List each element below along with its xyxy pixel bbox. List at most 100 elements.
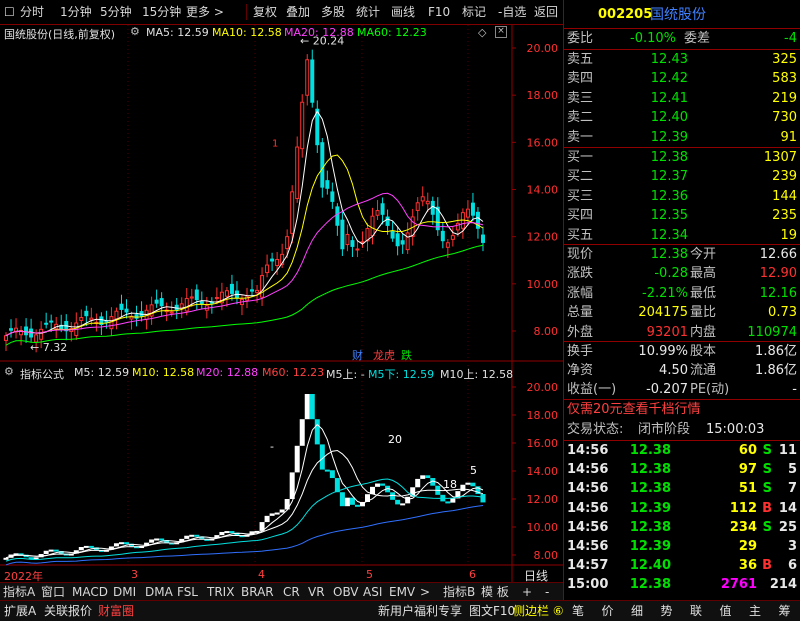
status-new-user-promo[interactable]: 新用户福利专享: [378, 603, 462, 619]
settings-icon[interactable]: ⚙: [130, 25, 140, 38]
status-expand[interactable]: 扩展A: [4, 603, 36, 619]
stock-name: 国统股份: [650, 7, 706, 23]
tab-indicator-a[interactable]: 指标A: [3, 584, 35, 600]
limit-down-badge[interactable]: 跌: [401, 347, 412, 363]
indicator-bar: [299, 419, 305, 446]
ask-row[interactable]: 卖三 12.41 219: [564, 89, 800, 109]
ask-row[interactable]: 卖四 12.42 583: [564, 69, 800, 89]
tab-trix[interactable]: TRIX: [207, 584, 234, 600]
kline-chart[interactable]: 20.0018.0016.0014.0012.0010.008.0020.001…: [0, 25, 563, 582]
weicha-value: -4: [784, 31, 797, 46]
ask-price: 12.39: [650, 129, 688, 145]
candle-body: [39, 328, 44, 340]
trade-status-time: 15:00:03: [706, 422, 765, 437]
close-icon[interactable]: ×: [495, 26, 507, 38]
tab-emv[interactable]: EMV: [389, 584, 415, 600]
bid-label: 买三: [567, 188, 594, 204]
toolbar-overlay[interactable]: 叠加: [286, 3, 310, 21]
status-f10-button[interactable]: 图文F10: [469, 603, 515, 619]
toolbar-more[interactable]: 更多 >: [186, 3, 224, 21]
side-tab[interactable]: 主: [749, 603, 761, 619]
side-tab[interactable]: 势: [661, 603, 673, 619]
toolbar-f10[interactable]: F10: [428, 3, 450, 21]
candle-body: [174, 304, 179, 311]
tab-template[interactable]: 模 板: [481, 584, 509, 600]
bid-row[interactable]: 买三 12.36 144: [564, 187, 800, 207]
status-sidebar-button[interactable]: 侧边栏 ⑥: [513, 603, 564, 619]
tab-indicator-b[interactable]: 指标B: [443, 584, 475, 600]
finance-badge[interactable]: 财: [352, 347, 363, 363]
chart-area[interactable]: 20.00 18.00 16.00 14.00 12.00 10.00 8.00 20.00 1…: [0, 25, 563, 583]
candle-body: [255, 289, 260, 293]
bid-row[interactable]: 买四 12.35 235: [564, 206, 800, 226]
side-tab[interactable]: 联: [690, 603, 702, 619]
tab-macd[interactable]: MACD: [72, 584, 108, 600]
dragon-tiger-badge[interactable]: 龙虎: [373, 347, 395, 363]
ask-row[interactable]: 卖一 12.39 91: [564, 128, 800, 148]
toolbar-stats[interactable]: 统计: [356, 3, 380, 21]
tick-count: 6: [787, 558, 797, 574]
ask-label: 卖四: [567, 71, 594, 87]
toolbar-restore-rights[interactable]: 复权: [253, 3, 277, 21]
quote-label: PE(动): [690, 382, 730, 397]
ask-row[interactable]: 卖五 12.43 325: [564, 50, 800, 70]
tab-asi[interactable]: ASI: [363, 584, 382, 600]
y-tick-label: 10.00: [527, 521, 559, 534]
indicator-bar: [349, 497, 355, 505]
promo-row[interactable]: 仅需20元查看千档行情: [564, 400, 800, 420]
bid-row[interactable]: 买五 12.34 19: [564, 226, 800, 246]
quote-label: 股本: [690, 344, 717, 359]
status-wealth-circle[interactable]: 财富圈: [98, 603, 134, 619]
candle-body: [420, 196, 425, 202]
toolbar-add-watchlist[interactable]: -自选: [498, 3, 526, 21]
tab-add[interactable]: +: [522, 584, 532, 600]
tab-brar[interactable]: BRAR: [241, 584, 274, 600]
bid-row[interactable]: 买二 12.37 239: [564, 167, 800, 187]
candle-body: [390, 231, 395, 239]
tab-dmi[interactable]: DMI: [113, 584, 136, 600]
toolbar-draw[interactable]: 画线: [391, 3, 415, 21]
tab-obv[interactable]: OBV: [333, 584, 359, 600]
candle-body: [189, 296, 194, 299]
toolbar-back[interactable]: 返回: [534, 3, 558, 21]
status-related-quote[interactable]: 关联报价: [44, 603, 92, 619]
side-tab[interactable]: 笔: [572, 603, 584, 619]
tab-fsl[interactable]: FSL: [177, 584, 198, 600]
y-tick-label: 16.00: [527, 437, 559, 450]
toolbar-multi-stock[interactable]: 多股: [321, 3, 345, 21]
side-tab[interactable]: 价: [602, 603, 614, 619]
checkbox-icon[interactable]: ☐: [4, 3, 15, 21]
side-tab[interactable]: 值: [720, 603, 732, 619]
side-tab[interactable]: 细: [631, 603, 643, 619]
tab-dma[interactable]: DMA: [145, 584, 173, 600]
m5-legend: M5: 12.59: [74, 366, 130, 379]
chart-settings-icon[interactable]: ⚙: [4, 365, 14, 378]
diamond-icon[interactable]: ◇: [478, 26, 486, 39]
tab-cr[interactable]: CR: [283, 584, 300, 600]
bid-price: 12.36: [650, 188, 688, 204]
toolbar-15min[interactable]: 15分钟: [142, 3, 181, 21]
indicator-tabs: 指标A 窗口 MACD DMI DMA FSL TRIX BRAR CR VR …: [0, 582, 563, 601]
candle-body: [325, 180, 330, 189]
quote-label: 流通: [690, 363, 717, 378]
tab-vr[interactable]: VR: [308, 584, 325, 600]
indicator-bar: [344, 497, 350, 507]
quote-row: 外盘 93201 内盘 110974: [564, 323, 800, 343]
toolbar-5min[interactable]: 5分钟: [100, 3, 132, 21]
tick-price: 12.38: [629, 519, 671, 535]
tab-remove[interactable]: -: [545, 584, 549, 600]
tab-more[interactable]: >: [420, 584, 430, 600]
indicator-bar: [465, 482, 471, 485]
quote-row: 换手 10.99% 股本 1.86亿: [564, 342, 800, 362]
toolbar-mark[interactable]: 标记: [462, 3, 486, 21]
toolbar-1min[interactable]: 1分钟: [60, 3, 92, 21]
candle-body: [224, 290, 229, 297]
ask-row[interactable]: 卖二 12.40 730: [564, 108, 800, 128]
quote-row: 收益(一) -0.207 PE(动) -: [564, 380, 800, 400]
toolbar-timeshare[interactable]: 分时: [20, 3, 44, 21]
bid-row[interactable]: 买一 12.38 1307: [564, 148, 800, 168]
weibi-row: 委比 -0.10% 委差 -4: [564, 29, 800, 49]
side-tab[interactable]: 筹: [779, 603, 791, 619]
promo-text[interactable]: 仅需20元查看千档行情: [567, 400, 701, 420]
tab-window[interactable]: 窗口: [41, 584, 65, 600]
